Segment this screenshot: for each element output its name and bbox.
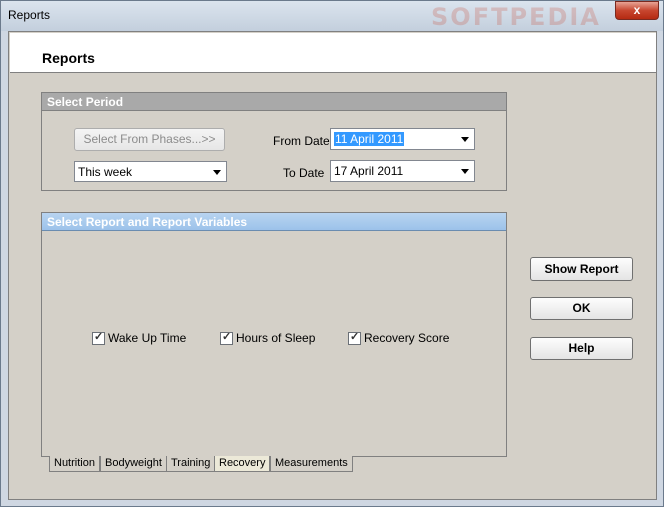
select-period-group: Select Period Select From Phases...>> Th… (41, 92, 507, 191)
reports-window: Reports SOFTPEDIA x Reports Select Perio… (0, 0, 664, 507)
tab-training[interactable]: Training (166, 456, 216, 472)
report-variables-title: Select Report and Report Variables (42, 213, 506, 231)
chevron-down-icon (461, 137, 469, 142)
recovery-score-label: Recovery Score (364, 331, 450, 345)
to-date-label: To Date (283, 166, 325, 180)
period-preset-value: This week (78, 165, 133, 179)
recovery-score-checkbox[interactable] (348, 330, 361, 345)
wake-up-time-checkbox[interactable] (92, 330, 105, 345)
tab-measurements[interactable]: Measurements (270, 456, 353, 472)
title-bar[interactable]: Reports SOFTPEDIA x (1, 1, 663, 31)
from-date-picker[interactable]: 11 April 2011 (330, 128, 475, 150)
to-date-picker[interactable]: 17 April 2011 (330, 160, 475, 182)
watermark: SOFTPEDIA (431, 3, 601, 31)
from-date-label: From Date (273, 134, 330, 148)
client-area: Reports Select Period Select From Phases… (8, 31, 657, 500)
select-from-phases-button[interactable]: Select From Phases...>> (74, 128, 225, 151)
page-title: Reports (42, 50, 95, 66)
ok-button[interactable]: OK (530, 297, 633, 320)
help-button[interactable]: Help (530, 337, 633, 360)
chevron-down-icon (213, 170, 221, 175)
tab-nutrition[interactable]: Nutrition (49, 456, 100, 472)
hours-of-sleep-checkbox[interactable] (220, 330, 233, 345)
from-date-value: 11 April 2011 (334, 132, 405, 146)
tab-bodyweight[interactable]: Bodyweight (100, 456, 167, 472)
tab-recovery[interactable]: Recovery (214, 456, 271, 472)
report-variables-group: Select Report and Report Variables Wake … (41, 212, 507, 457)
chevron-down-icon (461, 169, 469, 174)
period-preset-select[interactable]: This week (74, 161, 227, 182)
select-period-title: Select Period (42, 93, 506, 111)
close-icon: x (633, 3, 641, 17)
hours-of-sleep-label: Hours of Sleep (236, 331, 316, 345)
header-panel: Reports (10, 33, 656, 73)
to-date-value: 17 April 2011 (334, 164, 404, 178)
show-report-button[interactable]: Show Report (530, 257, 633, 281)
window-title: Reports (8, 8, 51, 22)
close-button[interactable]: x (615, 1, 659, 20)
wake-up-time-label: Wake Up Time (108, 331, 187, 345)
